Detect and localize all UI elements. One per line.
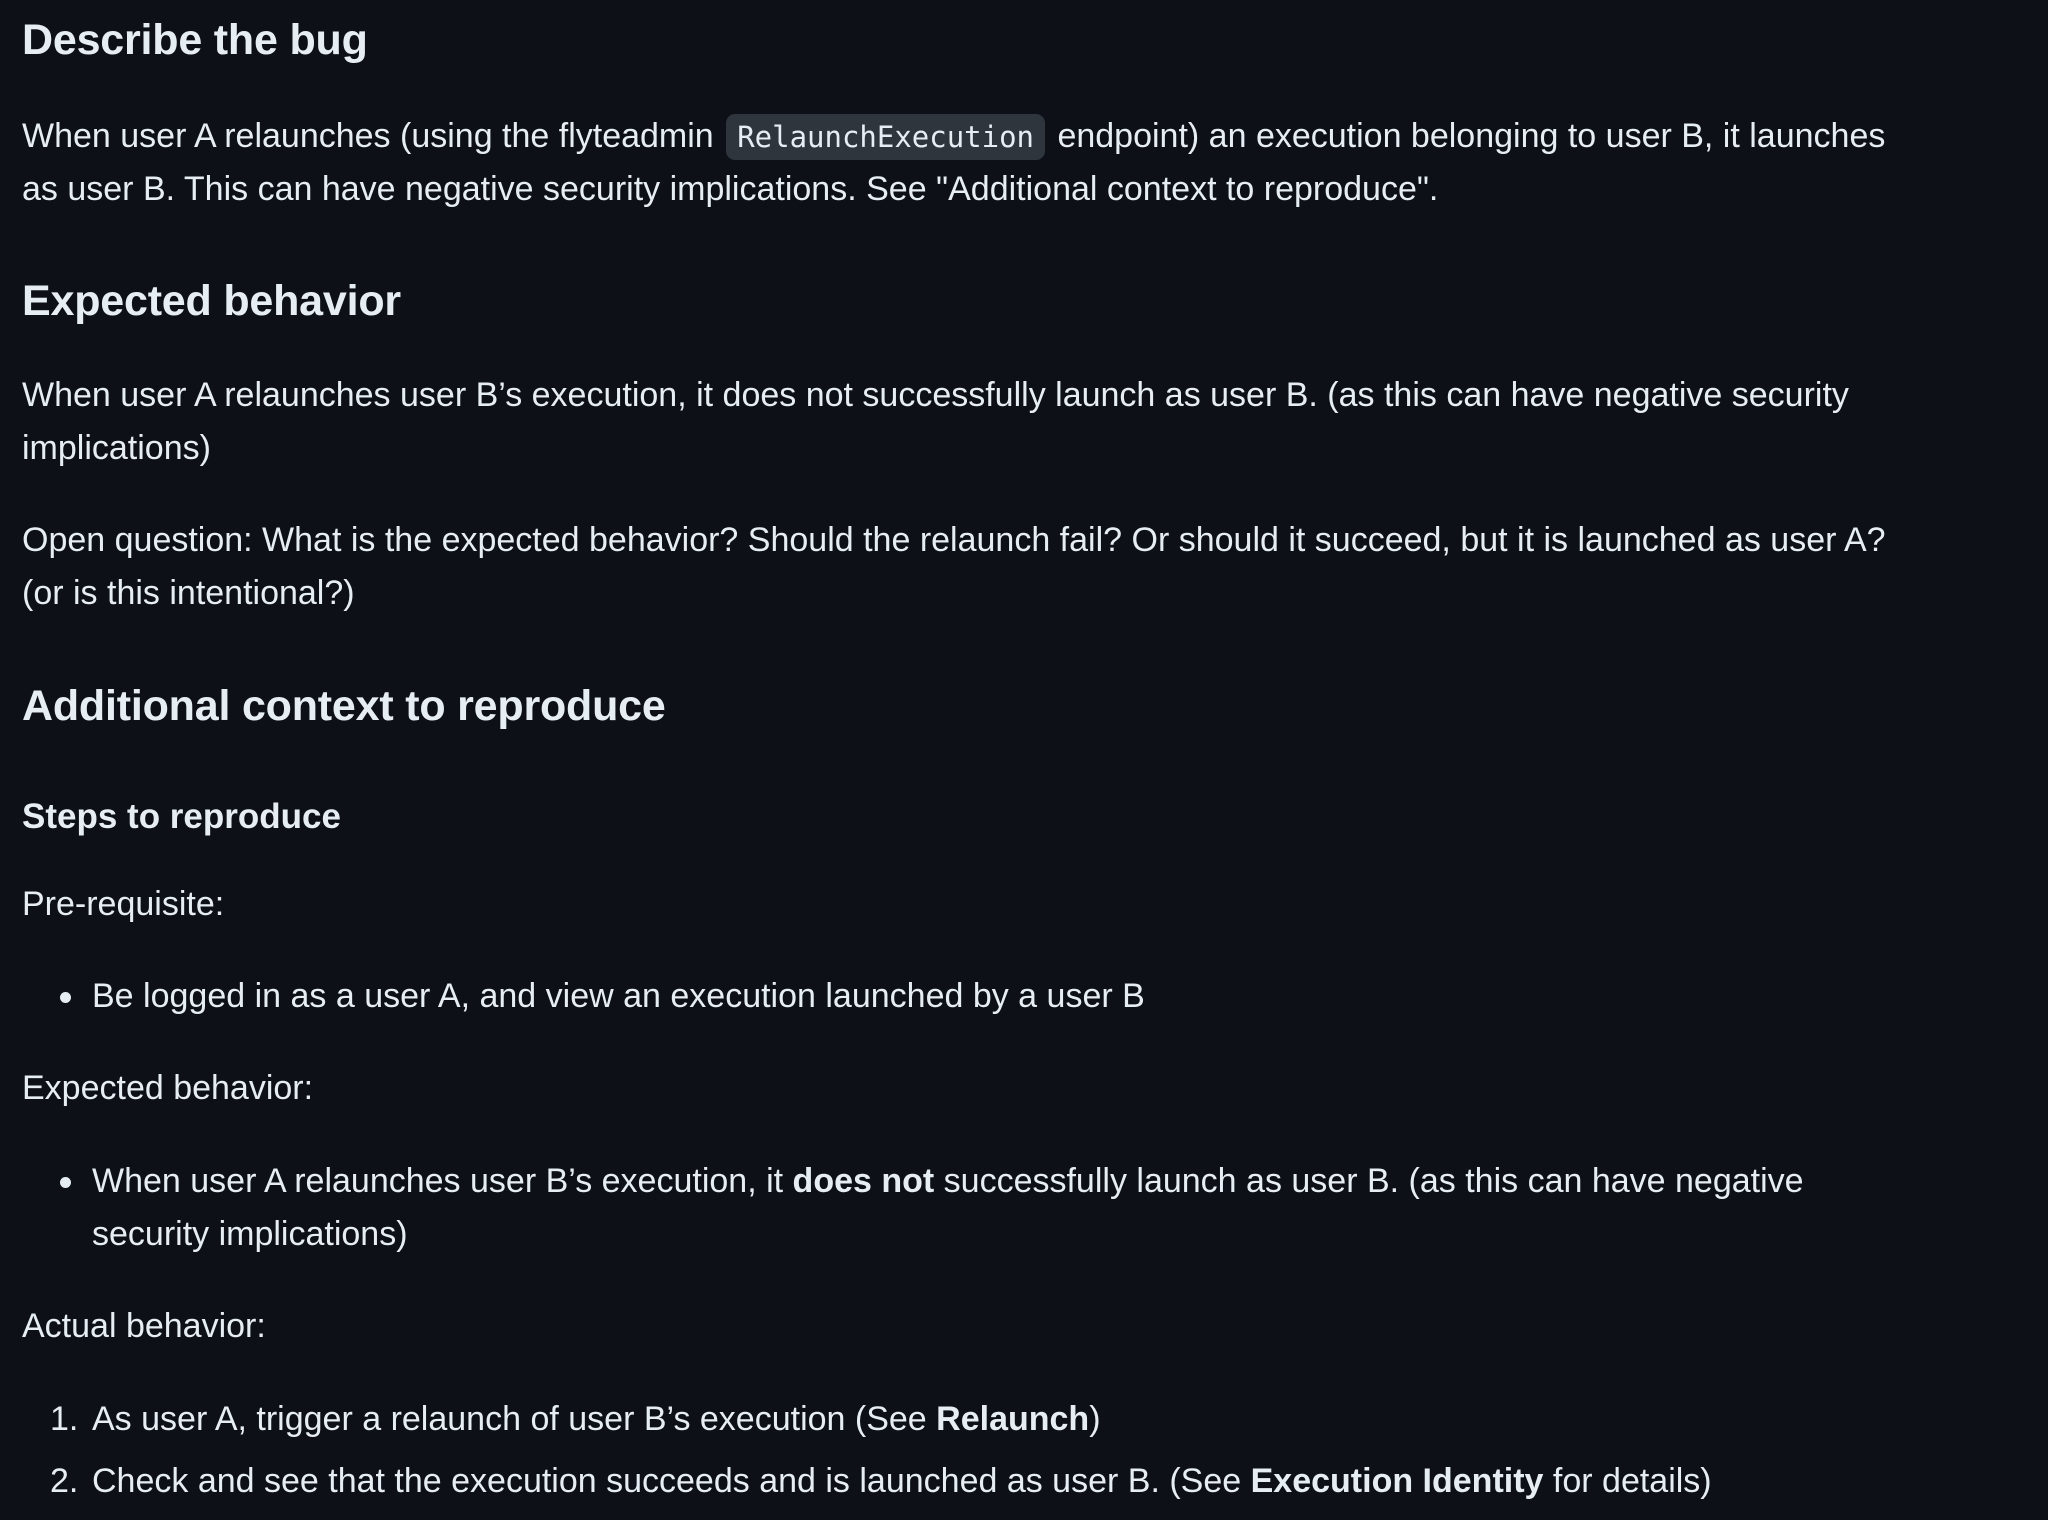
expected-paragraph-1-line1: When user A relaunches user B’s executio… — [22, 376, 1849, 414]
describe-bug-paragraph-line1: When user A relaunches (using the flytea… — [22, 110, 1885, 163]
expected-label: Expected behavior: — [22, 1069, 314, 1107]
text: When user A relaunches user B’s executio… — [92, 1162, 784, 1200]
list-number: 1. — [50, 1400, 79, 1438]
bullet-icon — [60, 992, 71, 1003]
heading-steps-to-reproduce: Steps to reproduce — [22, 797, 341, 836]
text: Check and see that the execution succeed… — [92, 1462, 1242, 1500]
actual-step-2: Check and see that the execution succeed… — [92, 1455, 1712, 1507]
text: When user A relaunches (using the flytea… — [22, 117, 714, 155]
text: As user A, trigger a relaunch of user B’… — [92, 1400, 927, 1438]
expected-list-item-line1: When user A relaunches user B’s executio… — [92, 1155, 1804, 1207]
list-number: 2. — [50, 1462, 79, 1500]
text: ) — [1089, 1400, 1101, 1438]
text: successfully launch as user B. (as this … — [943, 1162, 1804, 1200]
bold-execution-identity: Execution Identity — [1250, 1462, 1544, 1500]
describe-bug-paragraph-line2: as user B. This can have negative securi… — [22, 170, 1439, 208]
heading-additional-context: Additional context to reproduce — [22, 682, 666, 730]
heading-describe-bug: Describe the bug — [22, 16, 368, 64]
expected-paragraph-1-line2: implications) — [22, 429, 211, 467]
issue-body: Describe the bug When user A relaunches … — [0, 0, 2048, 1520]
expected-paragraph-2-line1: Open question: What is the expected beha… — [22, 521, 1886, 559]
actual-step-1: As user A, trigger a relaunch of user B’… — [92, 1393, 1101, 1445]
prereq-list-item: Be logged in as a user A, and view an ex… — [92, 977, 1145, 1015]
text: for details) — [1552, 1462, 1712, 1500]
expected-list-item-line2: security implications) — [92, 1215, 408, 1253]
expected-paragraph-2-line2: (or is this intentional?) — [22, 574, 355, 612]
bold-does-not: does not — [792, 1162, 935, 1200]
heading-expected-behavior: Expected behavior — [22, 277, 401, 325]
bold-relaunch: Relaunch — [936, 1400, 1090, 1438]
bullet-icon — [60, 1177, 71, 1188]
inline-code-relaunch-execution: RelaunchExecution — [726, 114, 1045, 160]
prereq-label: Pre-requisite: — [22, 885, 225, 923]
actual-label: Actual behavior: — [22, 1307, 266, 1345]
text: endpoint) an execution belonging to user… — [1057, 117, 1886, 155]
